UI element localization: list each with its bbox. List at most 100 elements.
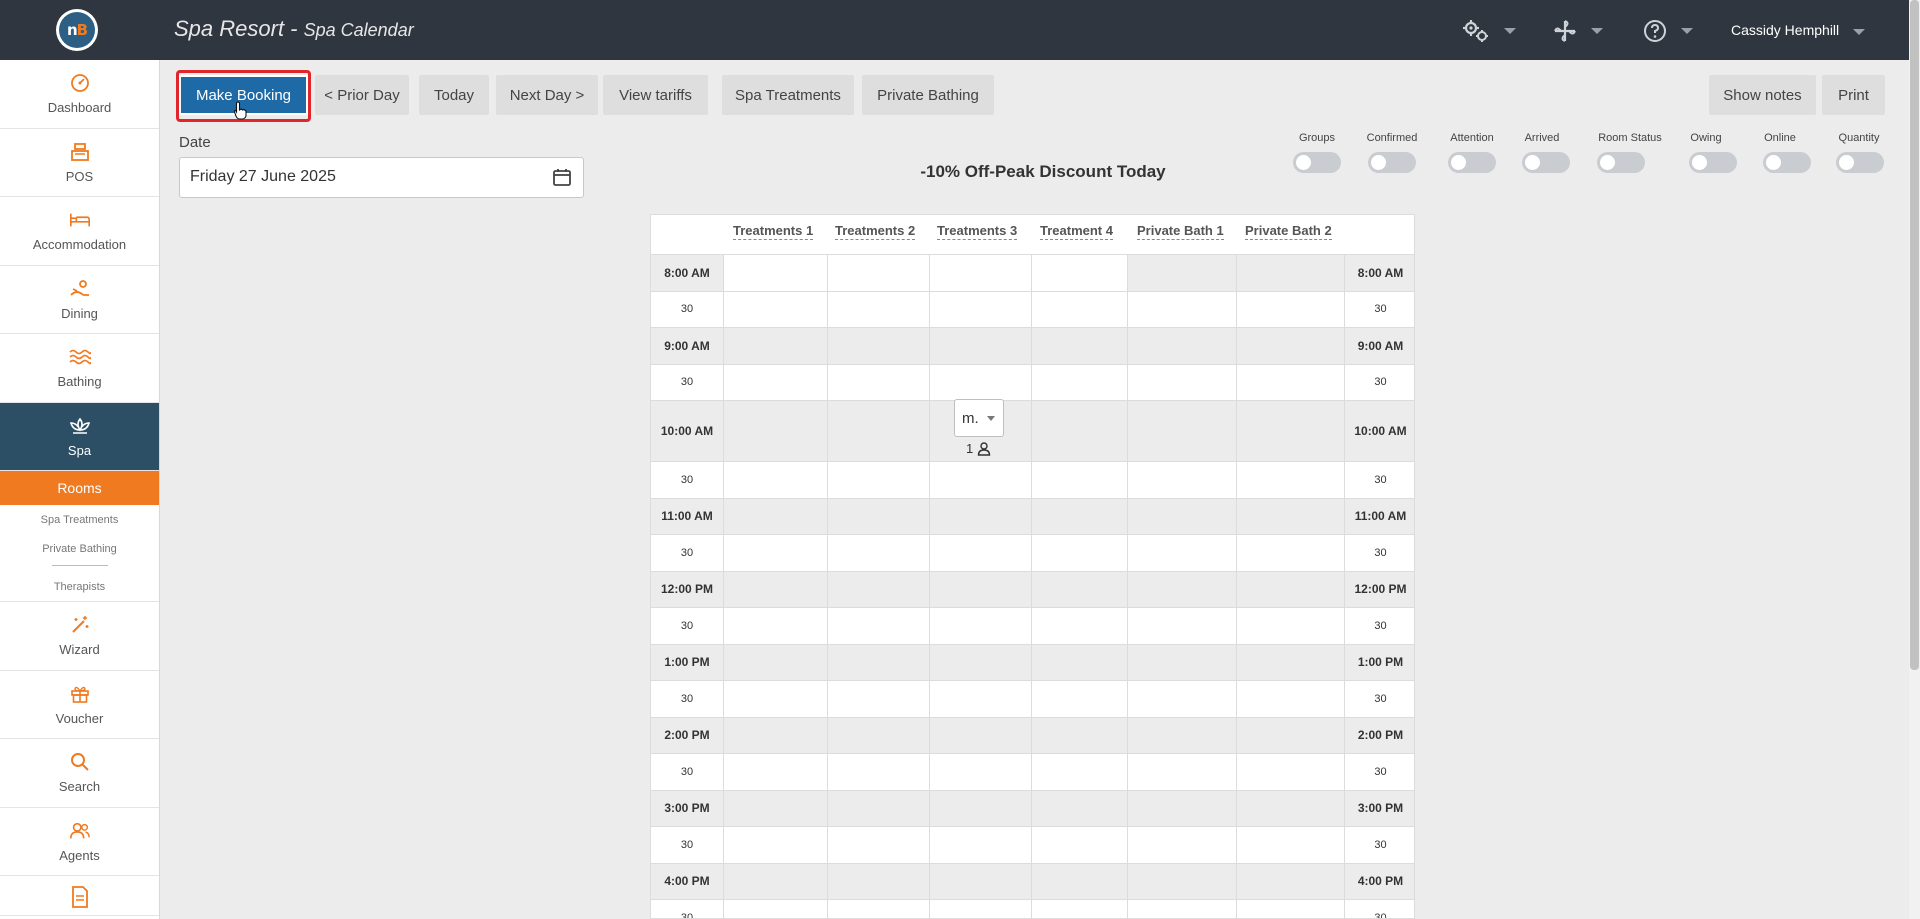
calendar-slot[interactable]: [1031, 364, 1127, 400]
calendar-slot[interactable]: [723, 644, 827, 680]
calendar-slot[interactable]: [1236, 900, 1344, 918]
calendar-slot[interactable]: [1127, 401, 1236, 461]
next-day-button[interactable]: Next Day >: [496, 75, 598, 115]
sidebar-item-search[interactable]: Search: [0, 739, 159, 808]
settings-menu[interactable]: [1462, 18, 1516, 44]
sidebar-subitem-therapists[interactable]: Therapists: [0, 572, 159, 602]
calendar-slot[interactable]: [929, 364, 1031, 400]
today-button[interactable]: Today: [419, 75, 489, 115]
calendar-slot[interactable]: [929, 328, 1031, 364]
sidebar-item-accommodation[interactable]: Accommodation: [0, 197, 159, 266]
connect-menu[interactable]: [1553, 18, 1603, 44]
calendar-slot[interactable]: [929, 900, 1031, 918]
calendar-slot[interactable]: [1236, 681, 1344, 717]
calendar-slot[interactable]: [929, 717, 1031, 753]
calendar-slot[interactable]: [1127, 754, 1236, 790]
calendar-slot[interactable]: [929, 571, 1031, 607]
calendar-slot[interactable]: [723, 328, 827, 364]
calendar-slot[interactable]: [827, 255, 929, 291]
chevron-down-icon[interactable]: [1853, 29, 1865, 35]
print-button[interactable]: Print: [1822, 75, 1885, 115]
spa-treatments-button[interactable]: Spa Treatments: [722, 75, 854, 115]
calendar-slot[interactable]: [1127, 498, 1236, 534]
calendar-slot[interactable]: [723, 863, 827, 899]
calendar-slot[interactable]: [1236, 255, 1344, 291]
calendar-slot[interactable]: [827, 291, 929, 327]
calendar-slot[interactable]: [723, 401, 827, 461]
calendar-slot[interactable]: [1127, 535, 1236, 571]
toggle-room-status[interactable]: [1597, 152, 1645, 173]
calendar-slot[interactable]: [1031, 827, 1127, 863]
calendar-slot[interactable]: [929, 754, 1031, 790]
calendar-slot[interactable]: [1031, 754, 1127, 790]
calendar-slot[interactable]: [723, 717, 827, 753]
column-header-treatment-4[interactable]: Treatment 4: [1040, 223, 1113, 240]
calendar-slot[interactable]: [1127, 644, 1236, 680]
calendar-slot[interactable]: [1127, 900, 1236, 918]
calendar-slot[interactable]: [929, 535, 1031, 571]
sidebar-item-dining[interactable]: Dining: [0, 266, 159, 334]
sidebar-subitem-spa-treatments[interactable]: Spa Treatments: [0, 505, 159, 534]
calendar-slot[interactable]: [827, 681, 929, 717]
calendar-slot[interactable]: [827, 571, 929, 607]
calendar-slot[interactable]: [1031, 790, 1127, 826]
sidebar-item-wizard[interactable]: Wizard: [0, 602, 159, 671]
booking-status-select[interactable]: m.: [954, 399, 1004, 437]
calendar-slot[interactable]: [929, 790, 1031, 826]
calendar-slot[interactable]: [827, 900, 929, 918]
calendar-slot[interactable]: [723, 827, 827, 863]
calendar-slot[interactable]: [723, 790, 827, 826]
calendar-slot[interactable]: [827, 790, 929, 826]
help-menu[interactable]: [1643, 18, 1693, 44]
calendar-slot[interactable]: [827, 535, 929, 571]
calendar-slot[interactable]: [723, 291, 827, 327]
calendar-slot[interactable]: [827, 644, 929, 680]
calendar-slot[interactable]: [1236, 498, 1344, 534]
calendar-slot[interactable]: [1127, 827, 1236, 863]
calendar-slot[interactable]: [827, 717, 929, 753]
private-bathing-button[interactable]: Private Bathing: [862, 75, 994, 115]
calendar-slot[interactable]: [1236, 863, 1344, 899]
calendar-slot[interactable]: [929, 291, 1031, 327]
calendar-slot[interactable]: [1031, 462, 1127, 498]
calendar-slot[interactable]: [1127, 291, 1236, 327]
column-header-treatments-1[interactable]: Treatments 1: [733, 223, 814, 240]
calendar-slot[interactable]: [1236, 827, 1344, 863]
toggle-attention[interactable]: [1448, 152, 1496, 173]
calendar-slot[interactable]: [723, 535, 827, 571]
calendar-slot[interactable]: [1031, 681, 1127, 717]
calendar-slot[interactable]: [929, 608, 1031, 644]
toggle-groups[interactable]: [1293, 152, 1341, 173]
calendar-slot[interactable]: [1127, 717, 1236, 753]
calendar-slot[interactable]: [929, 644, 1031, 680]
sidebar-item-spa[interactable]: Spa: [0, 402, 159, 471]
calendar-slot[interactable]: [929, 462, 1031, 498]
calendar-slot[interactable]: [723, 498, 827, 534]
column-header-private-bath-2[interactable]: Private Bath 2: [1245, 223, 1332, 240]
calendar-slot[interactable]: [1127, 364, 1236, 400]
calendar-slot[interactable]: [1031, 291, 1127, 327]
calendar-slot[interactable]: [723, 681, 827, 717]
calendar-slot[interactable]: [1031, 255, 1127, 291]
calendar-slot[interactable]: [929, 681, 1031, 717]
calendar-slot[interactable]: [1236, 644, 1344, 680]
calendar-slot[interactable]: [929, 255, 1031, 291]
column-header-treatments-3[interactable]: Treatments 3: [937, 223, 1018, 240]
calendar-slot[interactable]: [827, 462, 929, 498]
calendar-slot[interactable]: [1127, 863, 1236, 899]
sidebar-subitem-private-bathing[interactable]: Private Bathing: [0, 534, 159, 563]
calendar-slot[interactable]: [827, 754, 929, 790]
toggle-online[interactable]: [1763, 152, 1811, 173]
column-header-treatments-2[interactable]: Treatments 2: [835, 223, 916, 240]
calendar-slot[interactable]: [1236, 717, 1344, 753]
app-logo[interactable]: nB: [56, 9, 98, 51]
calendar-slot[interactable]: [1236, 754, 1344, 790]
sidebar-item-reports[interactable]: [0, 876, 159, 916]
sidebar-item-voucher[interactable]: Voucher: [0, 671, 159, 739]
calendar-slot[interactable]: [1236, 535, 1344, 571]
page-scrollbar-thumb[interactable]: [1910, 0, 1919, 670]
column-header-private-bath-1[interactable]: Private Bath 1: [1137, 223, 1224, 240]
calendar-slot[interactable]: [1127, 255, 1236, 291]
calendar-slot[interactable]: [1031, 498, 1127, 534]
calendar-slot[interactable]: [1127, 681, 1236, 717]
